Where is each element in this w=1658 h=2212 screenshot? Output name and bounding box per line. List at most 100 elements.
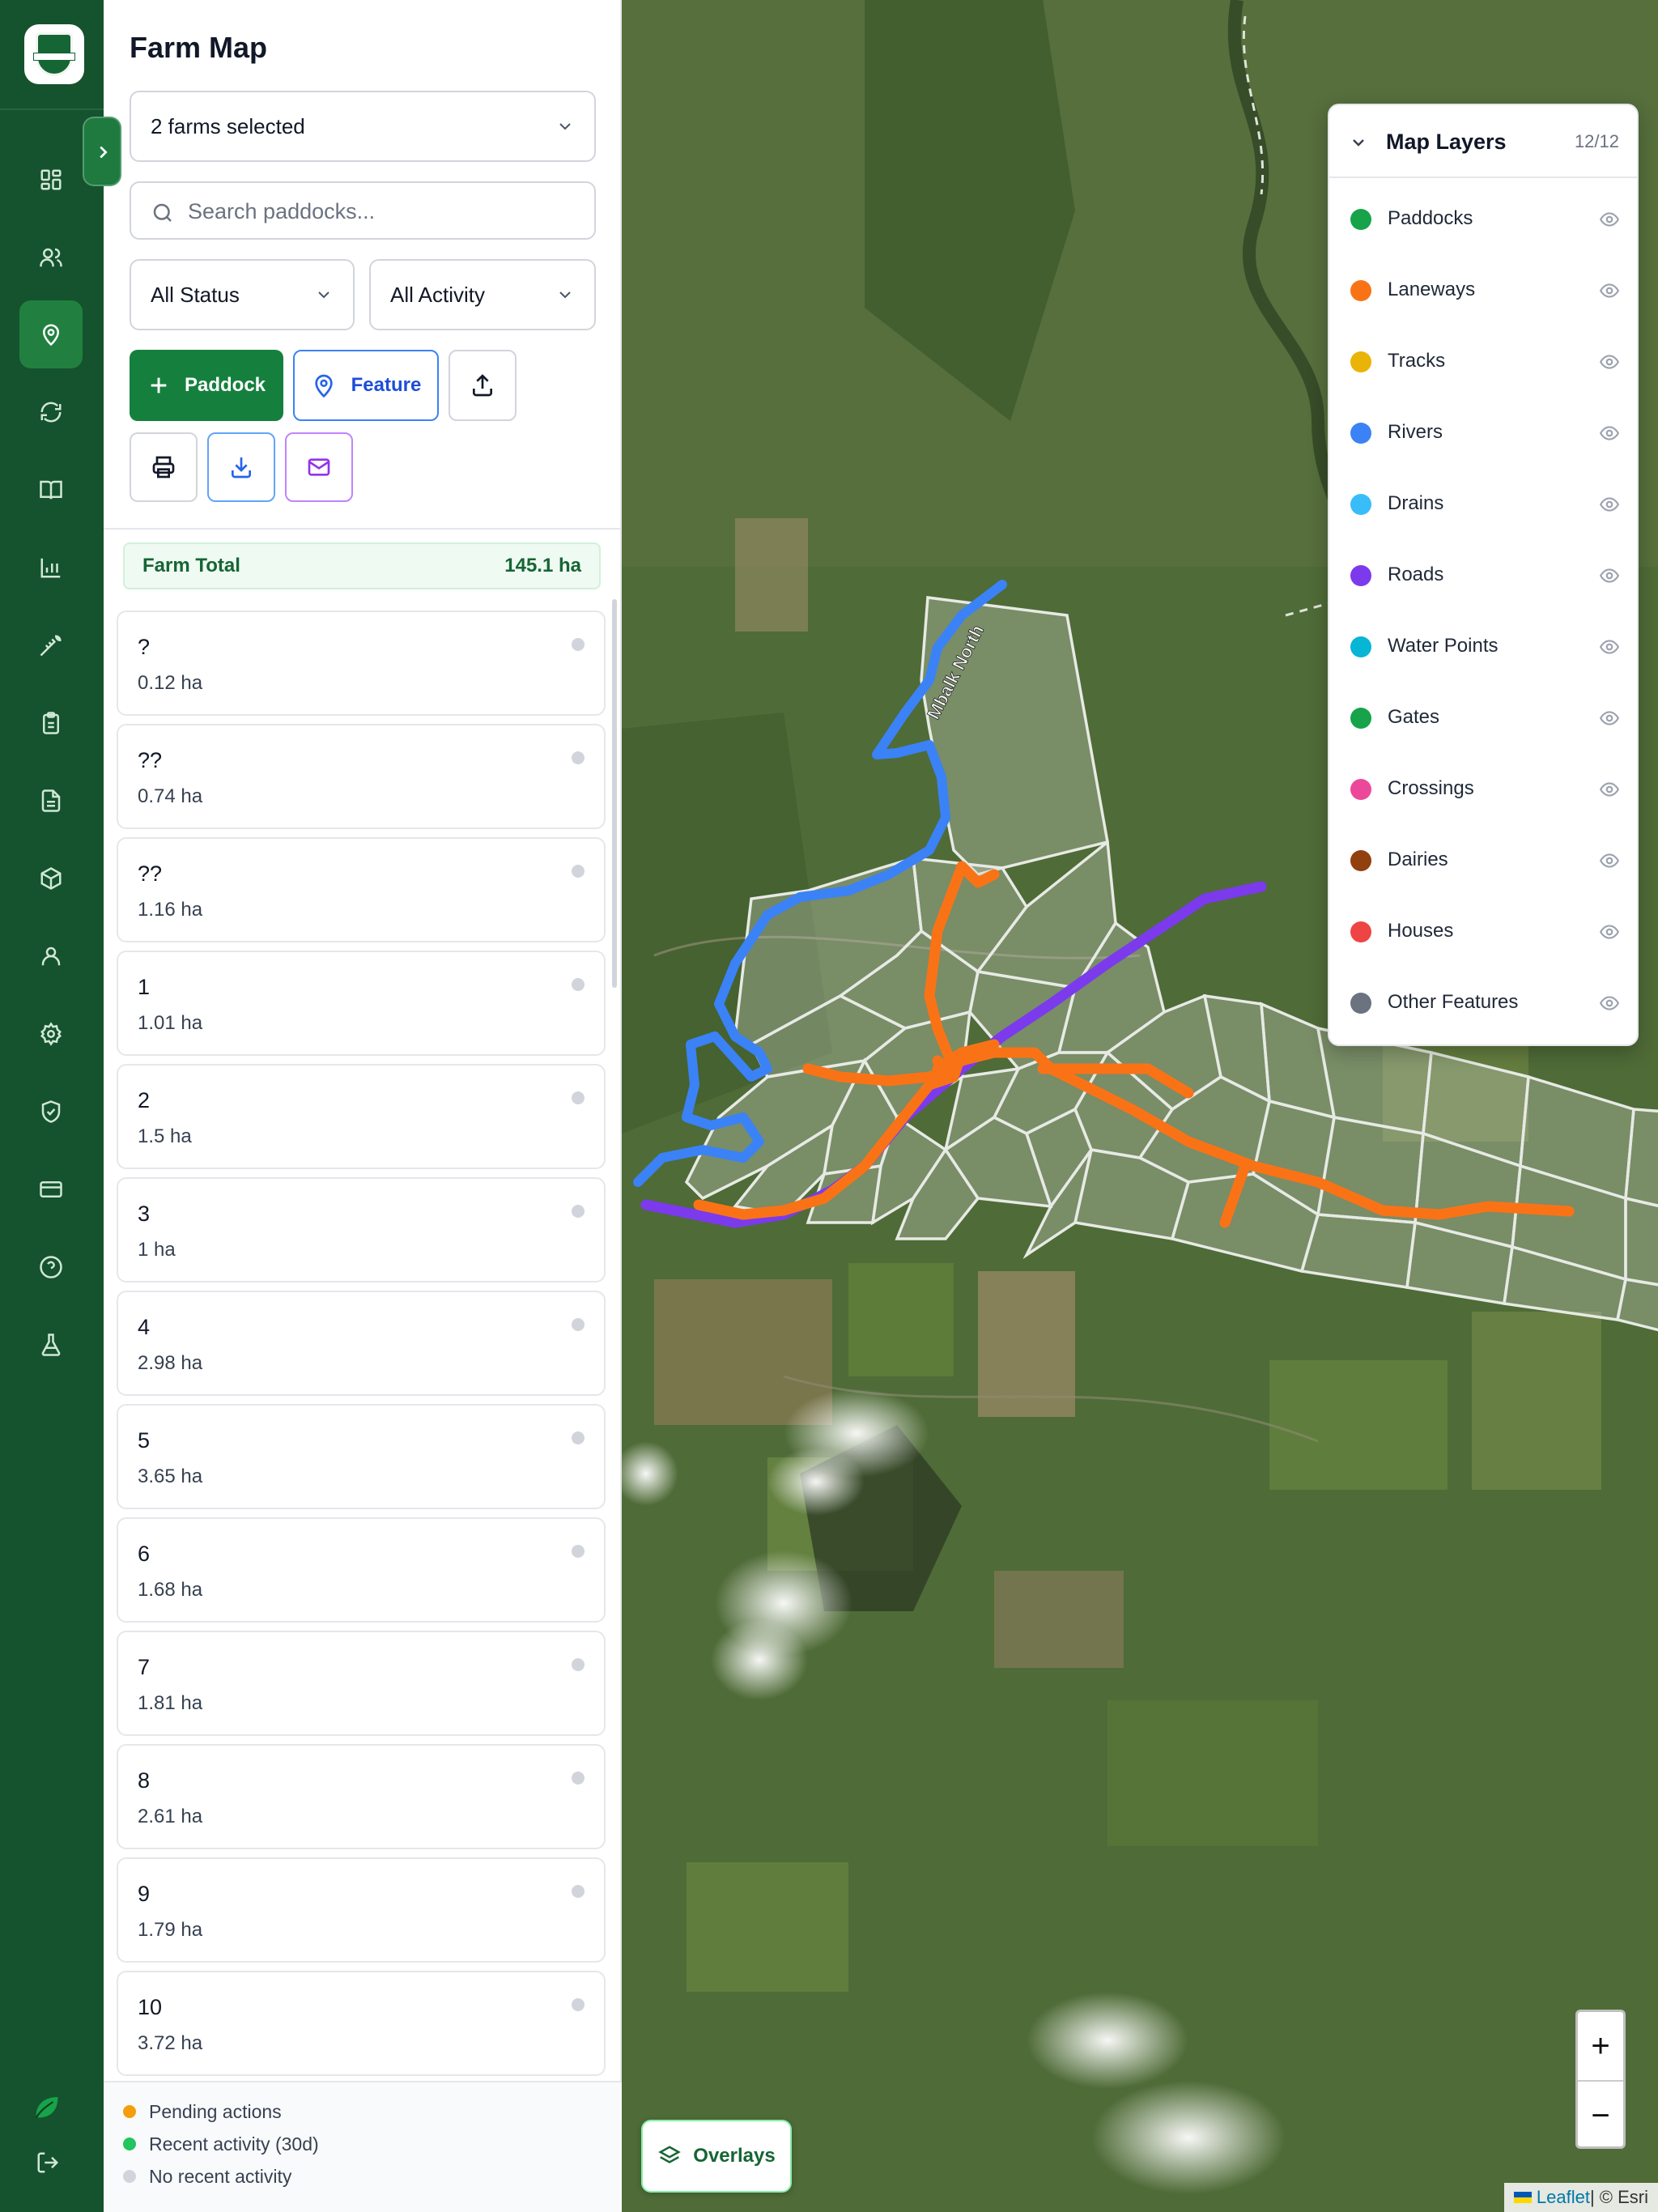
farm-total-value: 145.1 ha xyxy=(504,555,581,576)
nav-compliance[interactable] xyxy=(19,1078,83,1146)
map-layers-header[interactable]: Map Layers 12/12 xyxy=(1329,105,1637,178)
nav-rotation[interactable] xyxy=(19,378,83,446)
layer-swatch xyxy=(1350,280,1371,301)
print-button[interactable] xyxy=(130,432,198,502)
eye-icon[interactable] xyxy=(1598,494,1621,515)
document-icon xyxy=(41,789,61,812)
chevron-down-icon xyxy=(559,123,571,130)
layer-tracks[interactable]: Tracks xyxy=(1329,325,1637,397)
rail-divider xyxy=(0,108,104,110)
paddock-area: 2.61 ha xyxy=(138,1806,203,1827)
zoom-in-button[interactable]: + xyxy=(1578,2012,1623,2080)
paddock-card[interactable]: ? 0.12 ha xyxy=(117,610,606,716)
nav-inventory[interactable] xyxy=(19,844,83,912)
layer-swatch xyxy=(1350,636,1371,657)
activity-dot xyxy=(572,1091,585,1104)
layer-water-points[interactable]: Water Points xyxy=(1329,610,1637,682)
eye-icon[interactable] xyxy=(1598,351,1621,372)
leaflet-link[interactable]: Leaflet xyxy=(1537,2187,1590,2208)
upload-button[interactable] xyxy=(449,350,517,421)
status-filter[interactable]: All Status xyxy=(130,259,355,330)
paddock-card[interactable]: ?? 0.74 ha xyxy=(117,724,606,829)
layer-laneways[interactable]: Laneways xyxy=(1329,254,1637,325)
logout-icon[interactable] xyxy=(36,2150,60,2175)
nav-settings[interactable] xyxy=(19,1000,83,1068)
layer-other-features[interactable]: Other Features xyxy=(1329,967,1637,1038)
paddock-card[interactable]: 7 1.81 ha xyxy=(117,1631,606,1736)
activity-filter-value: All Activity xyxy=(390,282,486,307)
package-icon xyxy=(40,867,62,890)
nav-tasks[interactable] xyxy=(19,689,83,757)
map-pin-icon xyxy=(42,324,60,347)
layer-paddocks[interactable]: Paddocks xyxy=(1329,183,1637,254)
farm-select[interactable]: 2 farms selected xyxy=(130,91,596,162)
paddock-card[interactable]: 5 3.65 ha xyxy=(117,1404,606,1509)
layer-houses[interactable]: Houses xyxy=(1329,895,1637,967)
paddock-card[interactable]: 9 1.79 ha xyxy=(117,1857,606,1963)
nav-contacts[interactable] xyxy=(19,922,83,990)
eye-icon[interactable] xyxy=(1598,636,1621,657)
expand-sidebar-button[interactable] xyxy=(83,117,121,186)
printer-icon xyxy=(152,456,175,479)
paddock-card[interactable]: 10 3.72 ha xyxy=(117,1971,606,2076)
nav-documents[interactable] xyxy=(19,767,83,835)
legend-dot xyxy=(123,2105,136,2118)
overlays-label: Overlays xyxy=(693,2145,776,2167)
layer-drains[interactable]: Drains xyxy=(1329,468,1637,539)
nav-crops[interactable] xyxy=(19,611,83,679)
paddock-card[interactable]: ?? 1.16 ha xyxy=(117,837,606,942)
nav-reports[interactable] xyxy=(19,534,83,602)
paddock-card[interactable]: 6 1.68 ha xyxy=(117,1517,606,1623)
zoom-control: + − xyxy=(1575,2010,1626,2149)
app-logo[interactable] xyxy=(24,24,84,84)
add-paddock-button[interactable]: Paddock xyxy=(130,350,283,421)
paddock-name: 3 xyxy=(138,1202,151,1226)
legend-item: Pending actions xyxy=(123,2097,282,2126)
activity-dot xyxy=(572,978,585,991)
paddock-card[interactable]: 8 2.61 ha xyxy=(117,1744,606,1849)
nav-map[interactable] xyxy=(19,300,83,368)
layer-roads[interactable]: Roads xyxy=(1329,539,1637,610)
eye-icon[interactable] xyxy=(1598,779,1621,800)
eye-icon[interactable] xyxy=(1598,993,1621,1014)
search-input[interactable] xyxy=(188,191,576,232)
activity-filter[interactable]: All Activity xyxy=(369,259,596,330)
paddock-card[interactable]: 3 1 ha xyxy=(117,1177,606,1283)
nav-billing[interactable] xyxy=(19,1155,83,1223)
layer-dairies[interactable]: Dairies xyxy=(1329,824,1637,895)
farm-select-value: 2 farms selected xyxy=(151,113,305,138)
legend-item: No recent activity xyxy=(123,2162,291,2191)
map-layers-title: Map Layers xyxy=(1386,129,1507,154)
map-view[interactable]: Mbalk North Map Layers 12/12 Paddocks La… xyxy=(622,0,1658,2212)
eye-icon[interactable] xyxy=(1598,921,1621,942)
add-feature-button[interactable]: Feature xyxy=(293,350,439,421)
nav-users[interactable] xyxy=(19,223,83,291)
eye-icon[interactable] xyxy=(1598,565,1621,586)
zoom-out-button[interactable]: − xyxy=(1578,2082,1623,2150)
list-scrollbar[interactable] xyxy=(612,599,617,988)
layer-gates[interactable]: Gates xyxy=(1329,682,1637,753)
eye-icon[interactable] xyxy=(1598,708,1621,729)
email-button[interactable] xyxy=(285,432,353,502)
paddock-area: 1.68 ha xyxy=(138,1579,203,1601)
nav-dashboard[interactable] xyxy=(19,146,83,214)
paddock-name: 1 xyxy=(138,975,151,999)
eye-icon[interactable] xyxy=(1598,209,1621,230)
layer-rivers[interactable]: Rivers xyxy=(1329,397,1637,468)
upload-icon xyxy=(473,374,492,397)
nav-records[interactable] xyxy=(19,456,83,524)
layer-label: Houses xyxy=(1388,920,1454,942)
overlays-button[interactable]: Overlays xyxy=(641,2120,792,2193)
eye-icon[interactable] xyxy=(1598,423,1621,444)
gear-icon xyxy=(40,1022,62,1046)
eye-icon[interactable] xyxy=(1598,850,1621,871)
paddock-card[interactable]: 1 1.01 ha xyxy=(117,951,606,1056)
download-button[interactable] xyxy=(207,432,275,502)
nav-help[interactable] xyxy=(19,1233,83,1301)
paddock-card[interactable]: 2 1.5 ha xyxy=(117,1064,606,1169)
nav-lab[interactable] xyxy=(19,1311,83,1379)
eye-icon[interactable] xyxy=(1598,280,1621,301)
layer-label: Water Points xyxy=(1388,635,1499,657)
layer-crossings[interactable]: Crossings xyxy=(1329,753,1637,824)
paddock-card[interactable]: 4 2.98 ha xyxy=(117,1291,606,1396)
